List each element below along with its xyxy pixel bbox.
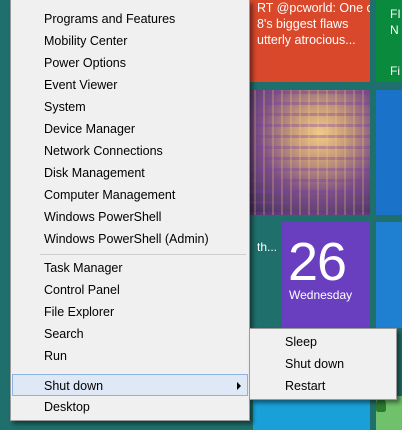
menu-item-label: Programs and Features	[44, 12, 176, 26]
menu-item-windows-powershell-admin[interactable]: Windows PowerShell (Admin)	[12, 228, 248, 250]
finance-tile[interactable]: FI N Fi	[376, 0, 402, 82]
menu-item-windows-powershell[interactable]: Windows PowerShell	[12, 206, 248, 228]
menu-item-event-viewer[interactable]: Event Viewer	[12, 74, 248, 96]
shutdown-submenu: Sleep Shut down Restart	[249, 328, 397, 400]
menu-item-search[interactable]: Search	[12, 323, 248, 345]
menu-item-label: Network Connections	[44, 144, 163, 158]
menu-item-network-connections[interactable]: Network Connections	[12, 140, 248, 162]
menu-item-label: Run	[44, 349, 67, 363]
partial-tile[interactable]: th...	[245, 222, 280, 328]
menu-item-label: Mobility Center	[44, 34, 128, 48]
menu-item-label: Windows PowerShell	[44, 210, 162, 224]
menu-item-label: Shut down	[44, 379, 104, 393]
menu-item-mobility-center[interactable]: Mobility Center	[12, 30, 248, 52]
news-tile[interactable]: RT @pcworld: One of 8's biggest flaws ut…	[245, 0, 370, 82]
calendar-tile[interactable]: 26 Wednesday	[282, 222, 370, 328]
menu-item-shut-down[interactable]: Shut down	[12, 374, 248, 396]
menu-item-device-manager[interactable]: Device Manager	[12, 118, 248, 140]
submenu-item-label: Sleep	[285, 335, 317, 349]
news-tile-text: RT @pcworld: One of 8's biggest flaws ut…	[257, 1, 370, 47]
menu-item-label: Computer Management	[44, 188, 176, 202]
menu-item-run[interactable]: Run	[12, 345, 248, 367]
tree-image	[376, 398, 386, 412]
submenu-item-label: Shut down	[285, 357, 345, 371]
menu-item-label: File Explorer	[44, 305, 115, 319]
submenu-item-label: Restart	[285, 379, 326, 393]
menu-item-label: Device Manager	[44, 122, 136, 136]
menu-item-task-manager[interactable]: Task Manager	[12, 257, 248, 279]
menu-item-power-options[interactable]: Power Options	[12, 52, 248, 74]
partial-tile-text: th...	[257, 240, 278, 254]
menu-item-disk-management[interactable]: Disk Management	[12, 162, 248, 184]
menu-item-label: System	[44, 100, 86, 114]
submenu-item-sleep[interactable]: Sleep	[251, 331, 395, 353]
photos-tile[interactable]	[245, 90, 370, 215]
submenu-item-shut-down[interactable]: Shut down	[251, 353, 395, 375]
calendar-weekday: Wednesday	[289, 288, 353, 302]
submenu-item-restart[interactable]: Restart	[251, 375, 395, 397]
menu-item-label: Windows PowerShell (Admin)	[44, 232, 209, 246]
menu-item-programs-features[interactable]: Programs and Features	[12, 8, 248, 30]
menu-separator	[40, 254, 246, 255]
menu-item-system[interactable]: System	[12, 96, 248, 118]
blue-tile-2[interactable]	[376, 222, 402, 328]
menu-item-desktop[interactable]: Desktop	[12, 396, 248, 418]
power-user-menu: Programs and Features Mobility Center Po…	[10, 0, 250, 421]
submenu-arrow-icon	[237, 382, 241, 390]
menu-item-file-explorer[interactable]: File Explorer	[12, 301, 248, 323]
finance-tile-text2: Fi	[390, 64, 400, 78]
blue-tile[interactable]	[376, 90, 402, 215]
weather-tile[interactable]	[253, 396, 370, 430]
menu-item-label: Event Viewer	[44, 78, 118, 92]
menu-item-label: Power Options	[44, 56, 126, 70]
calendar-day: 26	[288, 232, 347, 292]
menu-item-label: Desktop	[44, 400, 90, 414]
menu-item-label: Search	[44, 327, 84, 341]
menu-item-control-panel[interactable]: Control Panel	[12, 279, 248, 301]
menu-item-computer-management[interactable]: Computer Management	[12, 184, 248, 206]
menu-item-label: Task Manager	[44, 261, 123, 275]
menu-item-label: Disk Management	[44, 166, 145, 180]
menu-item-label: Control Panel	[44, 283, 120, 297]
finance-tile-text: FI N	[390, 7, 401, 37]
